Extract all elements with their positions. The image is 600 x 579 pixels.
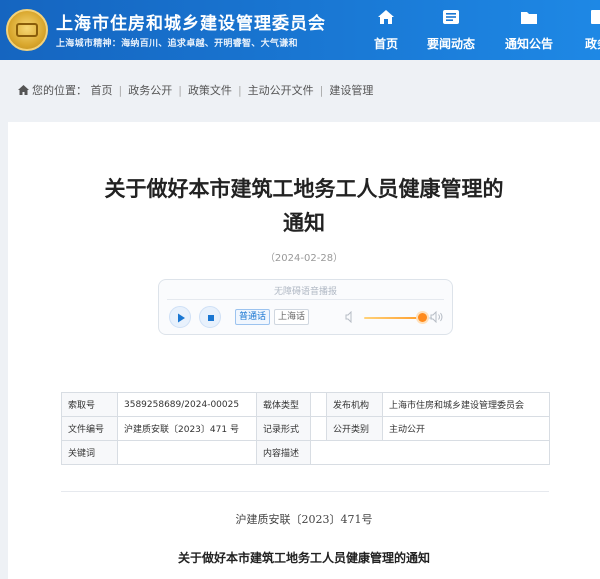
meta-value: 沪建质安联〔2023〕471 号 — [117, 416, 257, 441]
meta-value: 主动公开 — [382, 416, 550, 441]
table-row: 索取号 3589258689/2024-00025 载体类型 发布机构 上海市住… — [61, 392, 550, 417]
player-title: 无障碍语音播报 — [273, 287, 337, 297]
breadcrumb-gov-open[interactable]: 政务公开 — [128, 82, 172, 98]
breadcrumb-separator: | — [178, 84, 182, 97]
breadcrumb-separator: | — [118, 84, 123, 97]
document-heading: 关于做好本市建筑工地务工人员健康管理的通知 — [177, 551, 430, 565]
divider — [61, 491, 549, 492]
divider — [167, 299, 444, 300]
home-icon — [18, 85, 29, 95]
nav-news[interactable]: 要闻动态 — [418, 0, 484, 60]
home-icon — [378, 10, 394, 24]
lang-shanghainese-button[interactable]: 上海话 — [274, 309, 310, 325]
article-date: （2024-02-28） — [264, 253, 344, 264]
site-title[interactable]: 上海市住房和城乡建设管理委员会 — [56, 9, 326, 34]
table-row: 文件编号 沪建质安联〔2023〕471 号 记录形式 公开类别 主动公开 — [61, 416, 550, 441]
volume-slider-knob[interactable] — [417, 313, 427, 322]
play-icon — [178, 313, 185, 323]
meta-value — [310, 392, 327, 417]
lang-mandarin-button[interactable]: 普通话 — [235, 309, 271, 325]
breadcrumb: 您的位置： 首页 | 政务公开 | 政策文件 | 主动公开文件 | 建设管理 — [18, 82, 373, 98]
nav-home[interactable]: 首页 — [360, 0, 412, 60]
meta-key: 载体类型 — [256, 392, 311, 417]
meta-value — [310, 440, 550, 465]
meta-value — [117, 440, 257, 465]
meta-value: 上海市住房和城乡建设管理委员会 — [382, 392, 550, 417]
meta-key: 关键词 — [61, 440, 118, 465]
meta-key: 公开类别 — [326, 416, 383, 441]
stop-button[interactable] — [199, 306, 221, 328]
document-number: 沪建质安联〔2023〕471号 — [235, 513, 373, 526]
meta-key: 发布机构 — [326, 392, 383, 417]
emblem-icon[interactable] — [6, 9, 48, 51]
folder-icon — [521, 12, 537, 24]
document-icon — [591, 10, 600, 24]
breadcrumb-separator: | — [237, 84, 242, 97]
meta-key: 文件编号 — [61, 416, 118, 441]
play-button[interactable] — [169, 306, 191, 328]
article-card: 关于做好本市建筑工地务工人员健康管理的通知 （2024-02-28） 无障碍语音… — [8, 122, 600, 579]
meta-key: 索取号 — [61, 392, 118, 417]
table-row: 关键词 内容描述 — [61, 440, 550, 465]
document-meta-table: 索取号 3589258689/2024-00025 载体类型 发布机构 上海市住… — [61, 392, 550, 465]
stop-icon — [208, 315, 214, 321]
nav-government[interactable]: 政务 — [572, 0, 600, 60]
nav-notices[interactable]: 通知公告 — [496, 0, 562, 60]
breadcrumb-home[interactable]: 首页 — [91, 82, 113, 98]
volume-high-icon[interactable] — [430, 311, 444, 323]
breadcrumb-prefix: 您的位置： — [32, 84, 87, 97]
volume-slider-fill[interactable] — [364, 317, 422, 319]
site-motto: 上海城市精神：海纳百川、追求卓越、开明睿智、大气谦和 — [56, 39, 298, 49]
meta-value: 3589258689/2024-00025 — [117, 392, 257, 417]
site-header: 上海市住房和城乡建设管理委员会 上海城市精神：海纳百川、追求卓越、开明睿智、大气… — [0, 0, 600, 60]
audio-player: 无障碍语音播报 普通话 上海话 — [158, 279, 453, 335]
meta-key: 内容描述 — [256, 440, 311, 465]
news-icon — [443, 10, 459, 24]
article-title: 关于做好本市建筑工地务工人员健康管理的通知 — [104, 177, 504, 235]
breadcrumb-policy[interactable]: 政策文件 — [188, 82, 232, 98]
breadcrumb-active-docs[interactable]: 主动公开文件 — [248, 82, 314, 98]
meta-key: 记录形式 — [256, 416, 311, 441]
breadcrumb-separator: | — [319, 84, 324, 97]
meta-value — [310, 416, 327, 441]
volume-low-icon[interactable] — [345, 311, 355, 323]
breadcrumb-construction[interactable]: 建设管理 — [329, 82, 373, 98]
